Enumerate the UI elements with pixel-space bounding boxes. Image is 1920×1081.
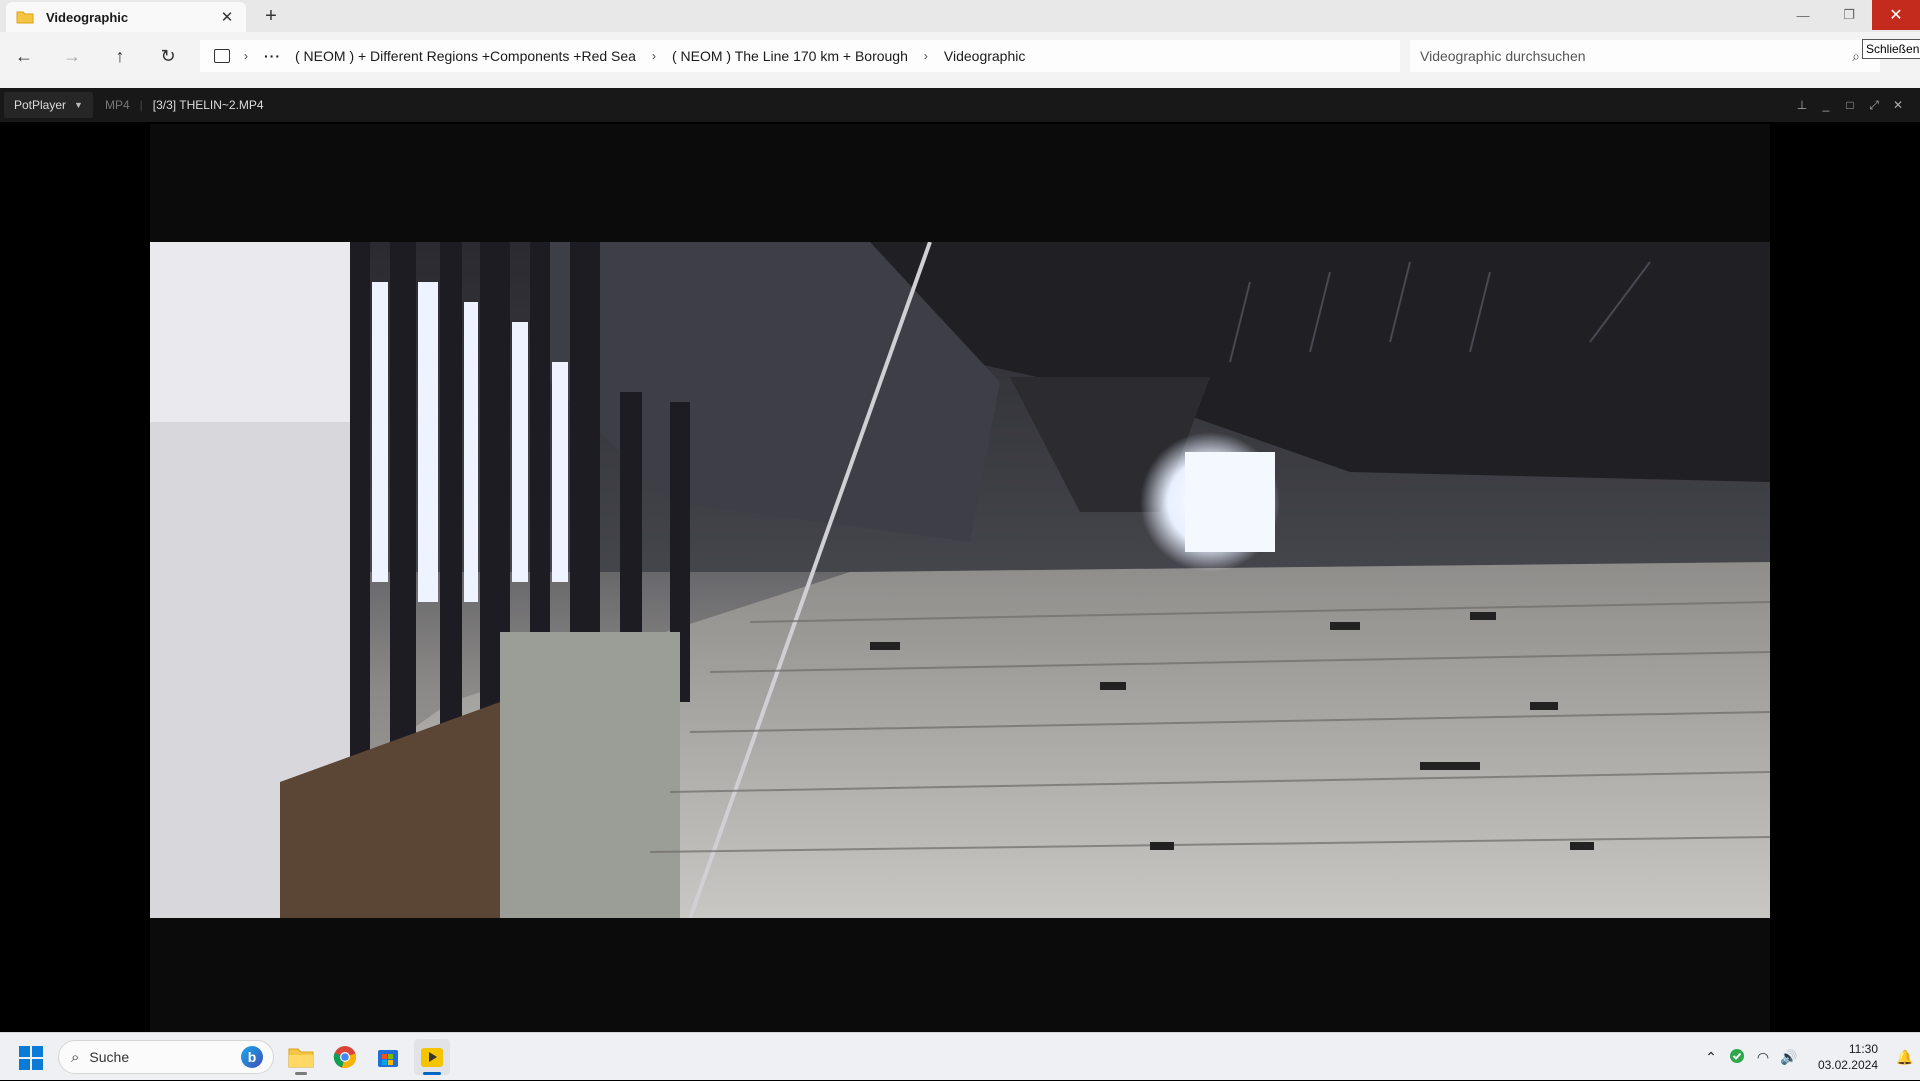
video-title: [3/3] THELIN~2.MP4 (152, 98, 264, 112)
search-input[interactable]: Videographic durchsuchen ⌕ (1410, 40, 1880, 72)
search-label: Suche (89, 1049, 130, 1065)
player-window-controls: ⊥ _ □ ⤢ ✕ (1790, 88, 1910, 122)
player-title-bar: PotPlayer ▼ MP4 | [3/3] THELIN~2.MP4 ⊥ _… (0, 88, 1920, 122)
format-label: MP4 (104, 98, 130, 112)
clock[interactable]: 11:30 03.02.2024 (1802, 1041, 1878, 1073)
navigation-bar: ← → ↑ ↻ › ··· ( NEOM ) + Different Regio… (0, 36, 1920, 76)
tab-videographic[interactable]: Videographic ✕ (6, 2, 246, 32)
volume-icon[interactable]: 🔊 (1776, 1049, 1802, 1066)
new-tab-button[interactable]: + (258, 3, 284, 29)
video-frame[interactable] (150, 242, 1770, 918)
refresh-button[interactable]: ↻ (144, 36, 192, 76)
tab-strip: Videographic ✕ + — ❐ ✕ (0, 0, 1920, 32)
running-indicator (423, 1072, 441, 1075)
search-placeholder: Videographic durchsuchen (1420, 48, 1586, 64)
up-button[interactable]: ↑ (96, 36, 144, 76)
breadcrumb-more-button[interactable]: ··· (264, 48, 281, 64)
windows-start-icon[interactable] (18, 1045, 44, 1071)
wifi-icon[interactable]: ◠ (1750, 1049, 1776, 1066)
search-icon: ⌕ (71, 1048, 80, 1066)
bing-icon[interactable]: b (241, 1046, 263, 1068)
tab-close-icon[interactable]: ✕ (218, 8, 236, 26)
close-button[interactable]: ✕ (1886, 98, 1910, 112)
tab-title: Videographic (46, 9, 129, 25)
chevron-down-icon: ▼ (74, 100, 83, 110)
running-indicator (295, 1072, 307, 1075)
potplayer-taskbar-icon[interactable] (414, 1039, 450, 1075)
taskbar: ⌕ Suche b ⌃ ◠ 🔊 11:30 03.02.2024 🔔 (0, 1032, 1920, 1080)
breadcrumb-item-videographic[interactable]: Videographic (944, 48, 1025, 64)
restore-button[interactable]: ❐ (1826, 0, 1872, 30)
taskbar-search-box[interactable]: ⌕ Suche b (58, 1040, 274, 1074)
file-explorer-taskbar-icon[interactable] (283, 1039, 319, 1075)
microsoft-store-taskbar-icon[interactable] (370, 1039, 406, 1075)
fullscreen-button[interactable]: ⤢ (1862, 98, 1886, 113)
this-pc-icon[interactable] (214, 49, 230, 63)
potplayer-menu-label: PotPlayer (14, 98, 67, 112)
notification-bell-icon[interactable]: 🔔 (1890, 1049, 1920, 1066)
back-button[interactable]: ← (0, 36, 48, 76)
chevron-right-icon[interactable]: › (652, 49, 656, 63)
minimize-button[interactable]: _ (1814, 98, 1838, 112)
tray-overflow-chevron-icon[interactable]: ⌃ (1698, 1049, 1724, 1066)
minimize-button[interactable]: — (1780, 0, 1826, 30)
chrome-taskbar-icon[interactable] (327, 1039, 363, 1075)
close-button[interactable]: ✕ (1872, 0, 1920, 30)
search-icon[interactable]: ⌕ (1852, 48, 1860, 65)
forward-button[interactable]: → (48, 36, 96, 76)
clock-time: 11:30 (1848, 1042, 1878, 1056)
window-controls: — ❐ ✕ (1780, 0, 1920, 32)
clock-date: 03.02.2024 (1817, 1058, 1878, 1072)
breadcrumb-item-red-sea[interactable]: ( NEOM ) + Different Regions +Components… (295, 48, 636, 64)
video-frame-image (150, 242, 1770, 918)
pin-icon[interactable]: ⊥ (1790, 98, 1814, 112)
video-area[interactable] (150, 124, 1770, 1032)
close-tooltip: Schließen (1862, 39, 1920, 59)
breadcrumb-item-the-line[interactable]: ( NEOM ) The Line 170 km + Borough (672, 48, 908, 64)
system-tray: ⌃ ◠ 🔊 11:30 03.02.2024 🔔 (1698, 1033, 1920, 1081)
chevron-right-icon[interactable]: › (924, 49, 928, 63)
folder-icon (16, 10, 34, 24)
maximize-button[interactable]: □ (1838, 98, 1862, 112)
potplayer-window: PotPlayer ▼ MP4 | [3/3] THELIN~2.MP4 ⊥ _… (0, 88, 1920, 1032)
potplayer-menu-button[interactable]: PotPlayer ▼ (4, 92, 93, 118)
address-bar[interactable]: › ··· ( NEOM ) + Different Regions +Comp… (200, 40, 1400, 72)
divider: | (139, 98, 143, 112)
security-shield-icon[interactable] (1724, 1048, 1750, 1067)
chevron-right-icon[interactable]: › (244, 49, 248, 63)
file-explorer-window: Videographic ✕ + — ❐ ✕ ← → ↑ ↻ › ··· ( N… (0, 0, 1920, 88)
